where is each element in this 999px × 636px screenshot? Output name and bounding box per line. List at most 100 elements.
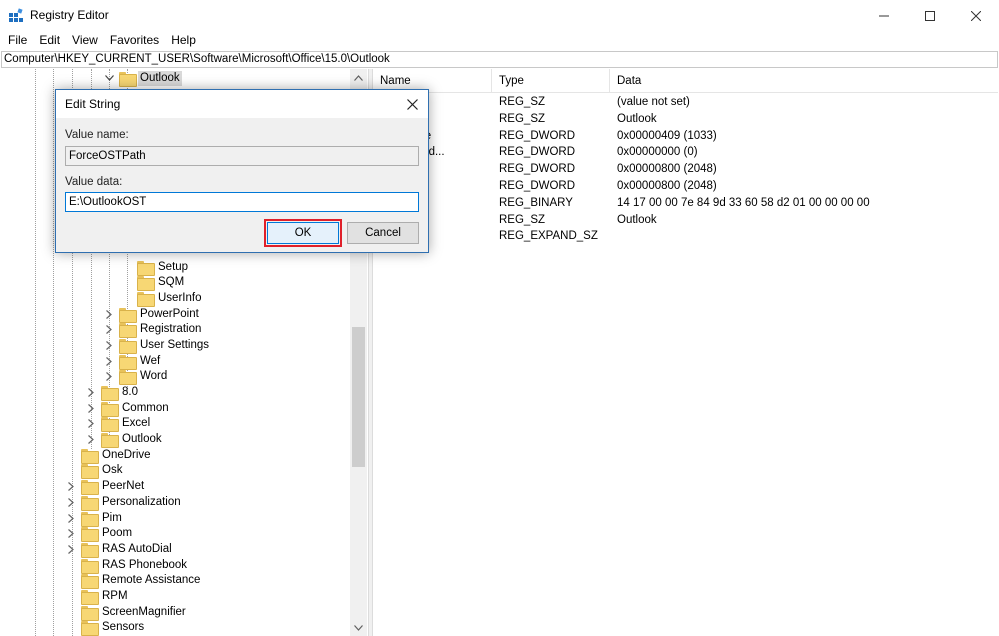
close-icon — [406, 98, 418, 110]
chevron-right-icon[interactable] — [85, 400, 97, 416]
chevron-right-icon[interactable] — [65, 510, 77, 526]
list-header: Name Type Data — [373, 69, 998, 93]
tree-node[interactable]: OneDrive — [65, 447, 153, 464]
value-row[interactable]: OSTPathREG_EXPAND_SZ — [373, 228, 998, 245]
tree-node[interactable]: ScreenMagnifier — [65, 604, 188, 621]
values-list[interactable]: Name Type Data lt)REG_SZ(value not set):… — [373, 69, 998, 636]
value-row[interactable]: :ProfileREG_SZOutlook — [373, 111, 998, 128]
tree-node-label: Remote Assistance — [102, 573, 201, 586]
column-data[interactable]: Data — [610, 69, 998, 93]
value-type-cell: REG_DWORD — [499, 146, 576, 159]
menu-favorites[interactable]: Favorites — [104, 31, 165, 50]
value-data-cell: 0x00000409 (1033) — [617, 129, 717, 142]
cancel-button[interactable]: Cancel — [347, 222, 419, 244]
folder-icon — [81, 479, 99, 495]
chevron-right-icon[interactable] — [103, 321, 115, 337]
scroll-up-arrow-icon[interactable] — [350, 69, 367, 86]
menu-help[interactable]: Help — [165, 31, 202, 50]
folder-icon — [81, 573, 99, 589]
address-bar[interactable]: Computer\HKEY_CURRENT_USER\Software\Micr… — [1, 51, 998, 68]
chevron-right-icon[interactable] — [65, 494, 77, 510]
chevron-right-icon[interactable] — [85, 384, 97, 400]
chevron-right-icon[interactable] — [65, 525, 77, 541]
tree-node[interactable]: RPM — [65, 588, 130, 605]
tree-node-label: Registration — [140, 322, 202, 335]
maximize-button[interactable] — [907, 0, 953, 31]
tree-node[interactable]: Outlook — [85, 431, 164, 448]
folder-icon — [119, 369, 137, 385]
tree-guide-line — [35, 69, 36, 636]
menu-file[interactable]: File — [2, 31, 33, 50]
dialog-close-button[interactable] — [400, 93, 424, 115]
folder-icon — [101, 401, 119, 417]
chevron-right-icon[interactable] — [103, 353, 115, 369]
tree-node[interactable]: PowerPoint — [103, 306, 201, 323]
scroll-down-arrow-icon[interactable] — [350, 619, 367, 636]
column-type[interactable]: Type — [492, 69, 610, 93]
tree-node[interactable]: Remote Assistance — [65, 572, 202, 589]
tree-node[interactable]: Pim — [65, 510, 124, 527]
tree-node-label: Excel — [122, 416, 151, 429]
value-type-cell: REG_SZ — [499, 96, 546, 108]
tree-node-label: RPM — [102, 589, 128, 602]
scroll-thumb[interactable] — [352, 327, 365, 467]
tree-node[interactable]: Common — [85, 400, 171, 417]
tree-node[interactable]: Excel — [85, 415, 152, 432]
chevron-right-icon[interactable] — [85, 415, 97, 431]
chevron-right-icon[interactable] — [65, 541, 77, 557]
tree-node[interactable]: UserInfo — [121, 290, 203, 307]
value-row[interactable]: acroProvid...REG_DWORD0x00000000 (0) — [373, 144, 998, 161]
title-bar: Registry Editor — [0, 0, 999, 31]
tree-node[interactable]: Wef — [103, 353, 162, 370]
tree-node[interactable]: Setup — [121, 259, 190, 276]
folder-icon — [81, 463, 99, 479]
value-row[interactable]: kNameREG_SZOutlook — [373, 212, 998, 229]
value-row[interactable]: REG_BINARY 14 17 00 00 7e 84 9d 33 60 58 … — [373, 195, 998, 212]
tree-node[interactable]: Sensors — [65, 619, 146, 636]
tree-node-label: PeerNet — [102, 479, 145, 492]
chevron-right-icon[interactable] — [65, 478, 77, 494]
tree-node[interactable]: Word — [103, 368, 169, 385]
tree-node[interactable]: User Settings — [103, 337, 211, 354]
tree-node[interactable]: Osk — [65, 462, 124, 479]
minimize-icon — [879, 15, 889, 16]
value-row[interactable]: REG_DWORD 0x00000800 (2048) — [373, 178, 998, 195]
chevron-right-icon[interactable] — [103, 368, 115, 384]
chevron-right-icon[interactable] — [85, 431, 97, 447]
minimize-button[interactable] — [861, 0, 907, 31]
close-icon — [971, 10, 981, 21]
folder-icon — [137, 291, 155, 307]
tree-node[interactable]: Personalization — [65, 494, 183, 511]
tree-node[interactable]: PeerNet — [65, 478, 146, 495]
tree-node-label: Pim — [102, 511, 122, 524]
menu-view[interactable]: View — [66, 31, 104, 50]
tree-node[interactable]: RAS Phonebook — [65, 557, 189, 574]
dialog-title-bar: Edit String — [56, 90, 428, 118]
chevron-right-icon[interactable] — [103, 306, 115, 322]
tree-node-label: RAS Phonebook — [102, 558, 188, 571]
value-row[interactable]: REG_DWORD 0x00000800 (2048) — [373, 161, 998, 178]
tree-node[interactable]: SQM — [121, 274, 186, 291]
value-type-cell: REG_DWORD — [499, 180, 576, 192]
ok-button[interactable]: OK — [267, 222, 339, 244]
value-data-cell: 0x00000800 (2048) — [617, 180, 717, 192]
value-row[interactable]: LanguageREG_DWORD0x00000409 (1033) — [373, 128, 998, 145]
tree-node[interactable]: 8.0 — [85, 384, 140, 401]
value-data-cell: 14 17 00 00 7e 84 9d 33 60 58 d2 01 00 0… — [617, 196, 870, 209]
tree-node[interactable]: Outlook — [103, 70, 182, 87]
tree-node[interactable]: RAS AutoDial — [65, 541, 174, 558]
value-data-cell: Outlook — [617, 213, 657, 226]
value-data-input[interactable] — [65, 192, 419, 212]
tree-node[interactable]: Registration — [103, 321, 203, 338]
close-button[interactable] — [953, 0, 999, 31]
chevron-down-icon[interactable] — [103, 70, 115, 86]
tree-node[interactable]: Poom — [65, 525, 134, 542]
menu-edit[interactable]: Edit — [33, 31, 66, 50]
tree-node-label: SQM — [158, 275, 185, 288]
value-row[interactable]: lt)REG_SZ(value not set) — [373, 94, 998, 111]
chevron-right-icon[interactable] — [103, 337, 115, 353]
tree-node-label: User Settings — [140, 338, 210, 351]
